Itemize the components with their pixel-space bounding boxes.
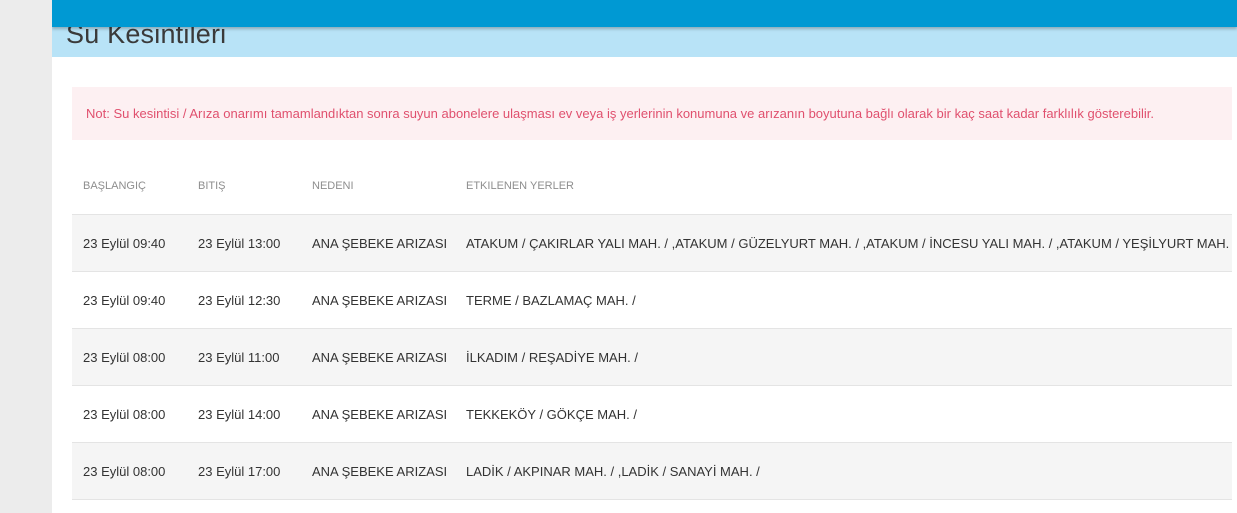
table-row: 23 Eylül 08:00 23 Eylül 11:00 ANA ŞEBEKE…: [72, 328, 1232, 386]
cell-start: 23 Eylül 09:40: [72, 271, 187, 329]
top-header-bar: [52, 0, 1237, 27]
page-title: Su Kesintileri: [66, 27, 227, 49]
cell-end: 23 Eylül 13:00: [187, 214, 301, 272]
outages-table: BAŞLANGIÇ BITIŞ NEDENI ETKILENEN YERLER …: [72, 158, 1232, 500]
cell-end: 23 Eylül 11:00: [187, 328, 301, 386]
cell-end: 23 Eylül 17:00: [187, 442, 301, 500]
column-header-end: BITIŞ: [187, 158, 301, 215]
cell-reason: ANA ŞEBEKE ARIZASI: [301, 385, 455, 443]
cell-affected-areas: İLKADIM / REŞADİYE MAH. /: [455, 328, 1232, 386]
cell-affected-areas: ATAKUM / ÇAKIRLAR YALI MAH. / ,ATAKUM / …: [455, 214, 1232, 272]
cell-start: 23 Eylül 08:00: [72, 442, 187, 500]
cell-affected-areas: TEKKEKÖY / GÖKÇE MAH. /: [455, 385, 1232, 443]
main-content: Su Kesintileri Not: Su kesintisi / Arıza…: [52, 0, 1237, 513]
cell-affected-areas: LADİK / AKPINAR MAH. / ,LADİK / SANAYİ M…: [455, 442, 1232, 500]
cell-end: 23 Eylül 12:30: [187, 271, 301, 329]
table-row: 23 Eylül 08:00 23 Eylül 17:00 ANA ŞEBEKE…: [72, 442, 1232, 500]
cell-start: 23 Eylül 08:00: [72, 328, 187, 386]
table-header-row: BAŞLANGIÇ BITIŞ NEDENI ETKILENEN YERLER: [72, 158, 1232, 215]
column-header-reason: NEDENI: [301, 158, 455, 215]
cell-start: 23 Eylül 09:40: [72, 214, 187, 272]
cell-reason: ANA ŞEBEKE ARIZASI: [301, 328, 455, 386]
column-header-start: BAŞLANGIÇ: [72, 158, 187, 215]
cell-reason: ANA ŞEBEKE ARIZASI: [301, 442, 455, 500]
left-gutter: [0, 0, 52, 513]
table-row: 23 Eylül 09:40 23 Eylül 13:00 ANA ŞEBEKE…: [72, 214, 1232, 272]
table-row: 23 Eylül 08:00 23 Eylül 14:00 ANA ŞEBEKE…: [72, 385, 1232, 443]
table-row: 23 Eylül 09:40 23 Eylül 12:30 ANA ŞEBEKE…: [72, 271, 1232, 329]
cell-end: 23 Eylül 14:00: [187, 385, 301, 443]
cell-reason: ANA ŞEBEKE ARIZASI: [301, 214, 455, 272]
cell-affected-areas: TERME / BAZLAMAÇ MAH. /: [455, 271, 1232, 329]
column-header-affected-areas: ETKILENEN YERLER: [455, 158, 1232, 215]
cell-start: 23 Eylül 08:00: [72, 385, 187, 443]
title-band: Su Kesintileri: [52, 27, 1237, 57]
notice-alert: Not: Su kesintisi / Arıza onarımı tamaml…: [72, 87, 1232, 140]
cell-reason: ANA ŞEBEKE ARIZASI: [301, 271, 455, 329]
